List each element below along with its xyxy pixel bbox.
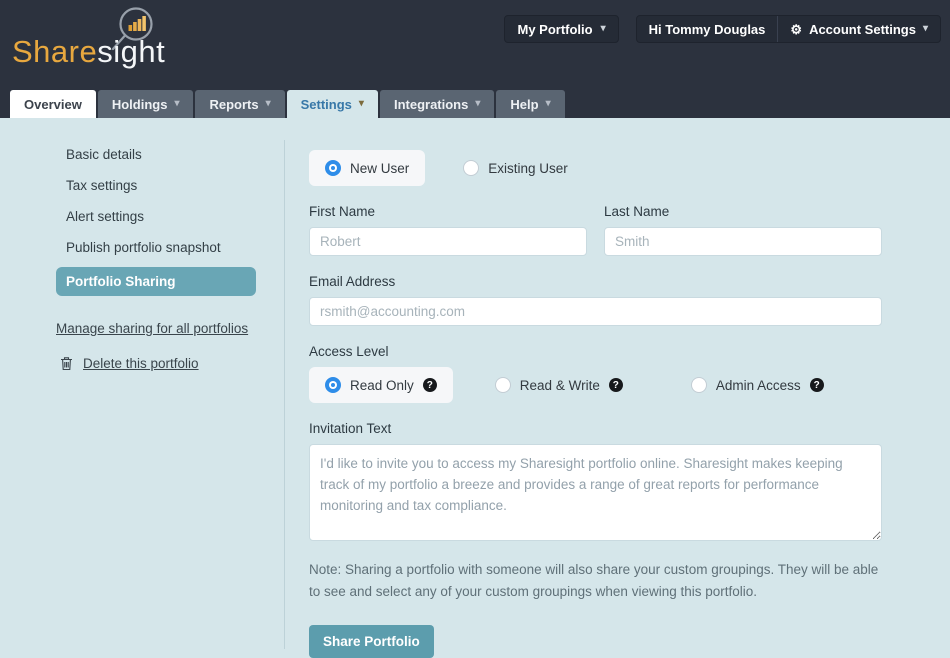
chevron-down-icon: ▾ (265, 98, 271, 109)
existing-user-option[interactable]: Existing User (447, 150, 584, 186)
tab-label: Reports (209, 96, 259, 112)
access-level-label: Access Level (309, 344, 389, 359)
settings-sidebar: Basic details Tax settings Alert setting… (0, 140, 285, 649)
account-settings-button[interactable]: ⚙ Account Settings ▾ (777, 16, 940, 42)
tab-label: Help (510, 96, 539, 112)
new-user-option[interactable]: New User (309, 150, 426, 186)
help-icon[interactable]: ? (608, 378, 623, 392)
admin-access-radio[interactable] (690, 377, 707, 393)
my-portfolio-label: My Portfolio (517, 21, 593, 37)
tab-reports[interactable]: Reports ▾ (195, 90, 285, 118)
logo-text-sight: sight (97, 34, 166, 69)
tab-label: Integrations (393, 96, 469, 112)
tab-integrations[interactable]: Integrations ▾ (379, 90, 495, 118)
chevron-down-icon: ▾ (174, 98, 180, 109)
header-actions: My Portfolio ▾ Hi Tommy Douglas ⚙ Accoun… (504, 15, 941, 43)
tab-overview[interactable]: Overview (10, 90, 96, 118)
gear-icon: ⚙ (790, 21, 803, 37)
last-name-group: Last Name (604, 186, 882, 256)
help-icon[interactable]: ? (809, 378, 824, 392)
trash-icon (61, 357, 72, 371)
email-label: Email Address (309, 274, 396, 289)
email-field[interactable] (309, 297, 882, 326)
read-only-radio[interactable] (325, 377, 341, 393)
read-only-option[interactable]: Read Only ? (309, 367, 453, 403)
first-name-label: First Name (309, 204, 376, 219)
access-level-radio-group: Read Only ? Read & Write ? Admin Access … (309, 367, 882, 403)
tab-label: Holdings (111, 96, 168, 112)
sidebar-item-publish-snapshot[interactable]: Publish portfolio snapshot (56, 233, 256, 264)
name-fields-row: First Name Last Name (309, 186, 882, 256)
settings-content: Basic details Tax settings Alert setting… (0, 118, 950, 658)
sidebar-item-tax-settings[interactable]: Tax settings (56, 171, 256, 202)
read-only-label: Read Only (350, 377, 414, 393)
app-header: Sharesight My Portfolio ▾ Hi Tommy Dougl… (0, 0, 950, 90)
sharesight-logo[interactable]: Sharesight (12, 0, 182, 90)
chevron-down-icon: ▾ (922, 23, 928, 34)
help-icon[interactable]: ? (422, 378, 437, 392)
tab-settings[interactable]: Settings ▾ (286, 90, 378, 118)
first-name-field[interactable] (309, 227, 587, 256)
logo-wordmark: Sharesight (12, 34, 165, 70)
admin-access-option[interactable]: Admin Access ? (675, 367, 840, 403)
tab-help[interactable]: Help ▾ (496, 90, 565, 118)
account-settings-label: Account Settings (809, 21, 916, 37)
user-greeting: Hi Tommy Douglas (637, 16, 778, 42)
sidebar-item-portfolio-sharing[interactable]: Portfolio Sharing (56, 267, 256, 296)
existing-user-radio[interactable] (463, 160, 480, 176)
chevron-down-icon: ▾ (358, 98, 364, 109)
sidebar-item-alert-settings[interactable]: Alert settings (56, 202, 256, 233)
invitation-text-field[interactable]: I'd like to invite you to access my Shar… (309, 444, 882, 541)
logo-text-share: Share (12, 34, 98, 69)
read-write-label: Read & Write (519, 377, 600, 393)
chevron-down-icon: ▾ (475, 98, 481, 109)
sharing-note: Note: Sharing a portfolio with someone w… (309, 562, 879, 599)
delete-portfolio-row: Delete this portfolio (56, 356, 256, 371)
my-portfolio-button[interactable]: My Portfolio ▾ (504, 15, 619, 43)
share-portfolio-button[interactable]: Share Portfolio (309, 625, 434, 658)
new-user-radio[interactable] (325, 160, 341, 176)
tab-label: Overview (24, 96, 82, 112)
main-nav-tabbar: Overview Holdings ▾ Reports ▾ Settings ▾… (0, 90, 950, 118)
read-write-option[interactable]: Read & Write ? (479, 367, 639, 403)
manage-sharing-link[interactable]: Manage sharing for all portfolios (56, 321, 256, 336)
greeting-label: Hi Tommy Douglas (648, 21, 766, 37)
new-user-label: New User (350, 160, 410, 176)
admin-access-label: Admin Access (715, 377, 801, 393)
tab-label: Settings (300, 96, 352, 112)
last-name-label: Last Name (604, 204, 670, 219)
delete-portfolio-link[interactable]: Delete this portfolio (83, 356, 199, 371)
invitation-text-label: Invitation Text (309, 421, 392, 436)
existing-user-label: Existing User (488, 160, 568, 176)
tab-holdings[interactable]: Holdings ▾ (97, 90, 194, 118)
portfolio-sharing-form: New User Existing User First Name Last N… (309, 140, 882, 658)
read-write-radio[interactable] (494, 377, 511, 393)
first-name-group: First Name (309, 186, 587, 256)
sidebar-item-basic-details[interactable]: Basic details (56, 140, 256, 171)
account-button-group: Hi Tommy Douglas ⚙ Account Settings ▾ (635, 15, 941, 43)
user-type-radio-group: New User Existing User (309, 150, 882, 186)
chevron-down-icon: ▾ (545, 98, 551, 109)
chevron-down-icon: ▾ (600, 23, 606, 34)
last-name-field[interactable] (604, 227, 882, 256)
